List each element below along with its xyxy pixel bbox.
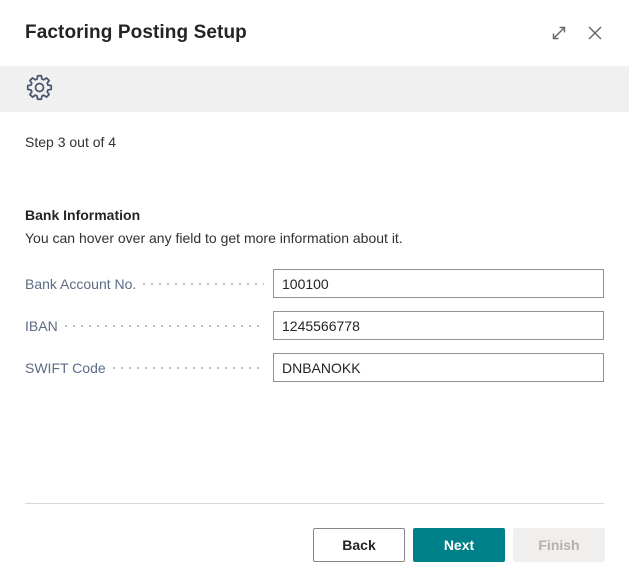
gear-icon — [25, 73, 54, 105]
finish-button[interactable]: Finish — [513, 528, 605, 562]
step-indicator: Step 3 out of 4 — [25, 134, 604, 150]
expand-diagonal-arrow-icon — [549, 23, 569, 43]
dotted-leader — [113, 367, 264, 369]
toolbar-band — [0, 66, 629, 112]
bank-account-no-input[interactable] — [273, 269, 604, 298]
close-button[interactable] — [581, 19, 609, 47]
footer-buttons: Back Next Finish — [313, 528, 605, 562]
dialog-header: Factoring Posting Setup — [0, 0, 629, 66]
field-row-bank-account-no: Bank Account No. — [25, 269, 604, 298]
field-list: Bank Account No. IBAN SWIFT Code — [25, 269, 604, 382]
iban-input[interactable] — [273, 311, 604, 340]
field-label-swift-code: SWIFT Code — [25, 360, 106, 376]
factoring-posting-setup-dialog: Factoring Posting Setup — [0, 0, 629, 585]
close-x-icon — [585, 23, 605, 43]
field-row-iban: IBAN — [25, 311, 604, 340]
section-title: Bank Information — [25, 207, 604, 223]
swift-code-input[interactable] — [273, 353, 604, 382]
dotted-leader — [143, 283, 264, 285]
wizard-content: Step 3 out of 4 Bank Information You can… — [25, 112, 604, 395]
field-label-iban: IBAN — [25, 318, 58, 334]
next-button[interactable]: Next — [413, 528, 505, 562]
field-row-swift-code: SWIFT Code — [25, 353, 604, 382]
section-description: You can hover over any field to get more… — [25, 230, 604, 247]
expand-button[interactable] — [545, 19, 573, 47]
page-title: Factoring Posting Setup — [25, 22, 537, 44]
settings-button[interactable] — [24, 74, 54, 104]
back-button[interactable]: Back — [313, 528, 405, 562]
dotted-leader — [65, 325, 264, 327]
footer-separator — [25, 503, 604, 504]
field-label-bank-account-no: Bank Account No. — [25, 276, 136, 292]
